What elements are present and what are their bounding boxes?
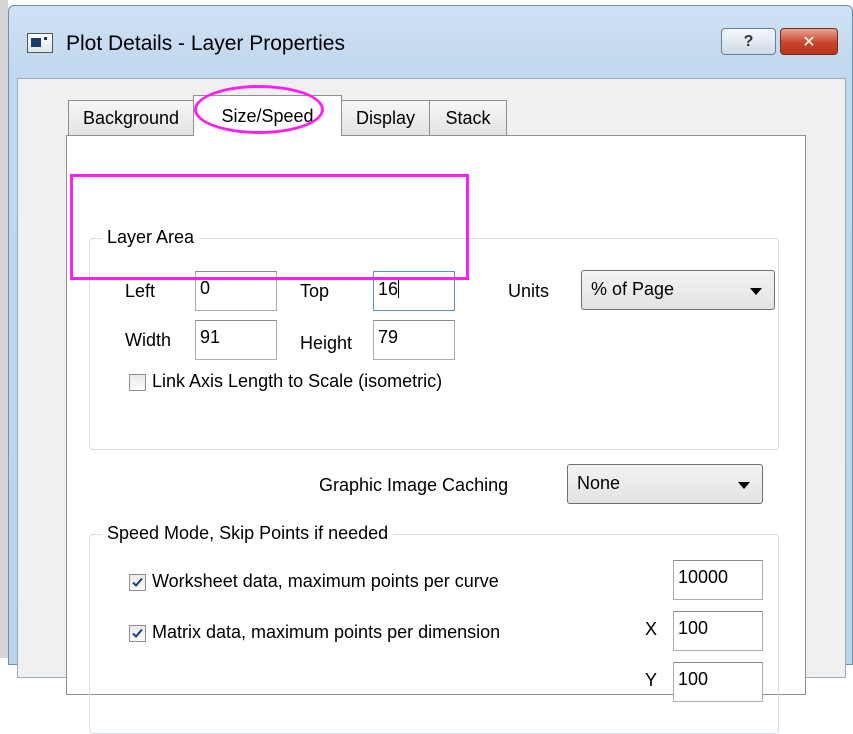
matrix-label: Matrix data, maximum points per dimensio… bbox=[152, 622, 501, 642]
checkmark-icon bbox=[132, 628, 143, 638]
units-value: % of Page bbox=[591, 279, 675, 299]
units-dropdown[interactable]: % of Page bbox=[581, 270, 775, 310]
top-value: 16 bbox=[378, 279, 399, 299]
width-label: Width bbox=[125, 330, 172, 350]
worksheet-points-input[interactable]: 10000 bbox=[673, 560, 763, 600]
width-input[interactable]: 91 bbox=[195, 320, 277, 360]
close-button[interactable]: ✕ bbox=[780, 28, 838, 55]
dialog-client-area: Background Size/Speed Display Stack Laye… bbox=[17, 78, 846, 734]
layer-area-highlight-rect bbox=[70, 174, 469, 280]
worksheet-checkbox[interactable] bbox=[129, 574, 146, 591]
matrix-x-input[interactable]: 100 bbox=[673, 611, 763, 651]
speed-mode-group: Speed Mode, Skip Points if needed Worksh… bbox=[89, 523, 779, 734]
chevron-down-icon bbox=[750, 288, 762, 295]
tab-stack[interactable]: Stack bbox=[429, 100, 507, 135]
app-window-icon bbox=[27, 33, 53, 53]
help-button[interactable]: ? bbox=[721, 28, 776, 55]
caching-value: None bbox=[577, 473, 621, 493]
link-axis-label: Link Axis Length to Scale (isometric) bbox=[152, 371, 443, 391]
text-caret bbox=[398, 278, 400, 298]
link-axis-checkbox[interactable] bbox=[129, 374, 146, 391]
plot-details-dialog: Plot Details - Layer Properties ? ✕ Back… bbox=[8, 5, 853, 734]
speed-mode-legend: Speed Mode, Skip Points if needed bbox=[102, 523, 394, 544]
caching-label: Graphic Image Caching bbox=[319, 475, 509, 495]
y-label: Y bbox=[645, 670, 658, 690]
worksheet-label: Worksheet data, maximum points per curve bbox=[152, 571, 499, 591]
matrix-checkbox[interactable] bbox=[129, 625, 146, 642]
tab-highlight-ellipse bbox=[194, 85, 324, 134]
chevron-down-icon bbox=[738, 482, 750, 489]
tab-display[interactable]: Display bbox=[341, 100, 430, 135]
x-label: X bbox=[645, 619, 658, 639]
title-bar[interactable]: Plot Details - Layer Properties ? ✕ bbox=[9, 6, 852, 78]
caching-dropdown[interactable]: None bbox=[567, 464, 763, 504]
background-window-edge bbox=[0, 0, 8, 658]
height-input[interactable]: 79 bbox=[373, 320, 455, 360]
matrix-y-input[interactable]: 100 bbox=[673, 662, 763, 702]
top-label: Top bbox=[300, 281, 330, 301]
left-label: Left bbox=[125, 281, 156, 301]
height-label: Height bbox=[300, 333, 353, 353]
units-label: Units bbox=[508, 281, 550, 301]
checkmark-icon bbox=[132, 577, 143, 587]
window-title: Plot Details - Layer Properties bbox=[66, 32, 345, 55]
tab-background[interactable]: Background bbox=[68, 100, 194, 135]
